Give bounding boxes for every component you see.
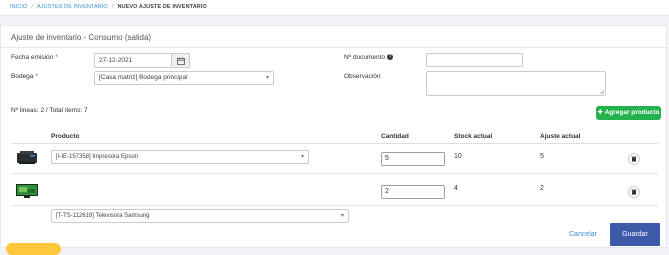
quantity-input[interactable]: 5 xyxy=(381,152,445,166)
chevron-down-icon: ▾ xyxy=(265,75,269,81)
bodega-select[interactable]: [Casa matriz] Bodega principal ▾ xyxy=(94,71,274,85)
chevron-down-icon: ▾ xyxy=(340,213,344,219)
header-ajuste: Ajuste actual xyxy=(540,133,581,140)
fecha-label-text: Fecha emisión xyxy=(11,54,54,61)
tv-thumbnail xyxy=(16,184,38,198)
required-mark: * xyxy=(55,54,58,61)
required-mark: * xyxy=(35,73,38,80)
breadcrumb: INICIO / AJUSTES DE INVENTARIO / NUEVO AJUST… xyxy=(0,0,669,16)
product-select[interactable]: [I-IE-157358] Impresora Epson ▾ xyxy=(51,150,309,164)
floating-help-button[interactable] xyxy=(6,243,61,255)
header-producto: Producto xyxy=(51,133,80,140)
product-select[interactable]: [T-TS-112618] Televisora Samsung ▾ xyxy=(51,209,349,223)
resize-grip-icon[interactable] xyxy=(599,89,604,94)
documento-label: Nº documento? xyxy=(344,54,394,61)
table-header-divider xyxy=(11,143,658,144)
adjustment-card: Ajuste de inventario - Consumo (salida) … xyxy=(0,25,667,248)
add-product-label: Agregar producto xyxy=(604,109,660,116)
breadcrumb-separator: / xyxy=(111,4,114,10)
ajuste-value: 2 xyxy=(540,185,544,192)
stock-value: 10 xyxy=(454,153,462,160)
delete-row-button[interactable] xyxy=(628,186,640,198)
plus-icon: ✚ xyxy=(597,109,603,116)
header-stock: Stock actual xyxy=(454,133,493,140)
divider xyxy=(1,47,666,48)
ajuste-value: 5 xyxy=(540,153,544,160)
documento-input[interactable] xyxy=(426,53,523,67)
page-title: Ajuste de inventario - Consumo (salida) xyxy=(11,33,152,42)
breadcrumb-home-link[interactable]: INICIO xyxy=(10,4,27,10)
product-select-value: [T-TS-112618] Televisora Samsung xyxy=(56,213,150,219)
quantity-input[interactable]: 2 xyxy=(381,185,445,199)
bodega-label-text: Bodega xyxy=(11,73,34,80)
save-button[interactable]: Guardar xyxy=(610,223,660,246)
help-icon[interactable]: ? xyxy=(387,54,394,61)
breadcrumb-current: NUEVO AJUSTE DE INVENTARIO xyxy=(117,4,207,10)
row-divider xyxy=(11,173,658,174)
observacion-textarea[interactable] xyxy=(426,71,606,96)
breadcrumb-section-link[interactable]: AJUSTES DE INVENTARIO xyxy=(37,4,108,10)
calendar-icon xyxy=(176,57,185,65)
printer-thumbnail xyxy=(17,151,37,164)
bodega-select-value: [Casa matriz] Bodega principal xyxy=(99,74,188,81)
trash-icon xyxy=(631,156,637,162)
bodega-label: Bodega * xyxy=(11,73,38,80)
header-cantidad: Cantidad xyxy=(381,133,409,140)
add-product-button[interactable]: ✚ Agregar producto xyxy=(596,106,661,120)
fecha-label: Fecha emisión * xyxy=(11,54,58,61)
trash-icon xyxy=(631,189,637,195)
fecha-input[interactable]: 27-12-2021 xyxy=(94,53,172,68)
product-select-value: [I-IE-157358] Impresora Epson xyxy=(56,154,139,160)
chevron-down-icon: ▾ xyxy=(300,154,304,160)
calendar-button[interactable] xyxy=(172,53,190,68)
line-counts: Nº lineas: 2 / Total items: 7 xyxy=(11,107,88,114)
delete-row-button[interactable] xyxy=(628,153,640,165)
observacion-label: Observación xyxy=(344,73,381,80)
cancel-button[interactable]: Cancelar xyxy=(569,231,597,238)
row-divider xyxy=(11,205,658,206)
breadcrumb-separator: / xyxy=(31,4,34,10)
documento-label-text: Nº documento xyxy=(344,54,386,61)
stock-value: 4 xyxy=(454,185,458,192)
